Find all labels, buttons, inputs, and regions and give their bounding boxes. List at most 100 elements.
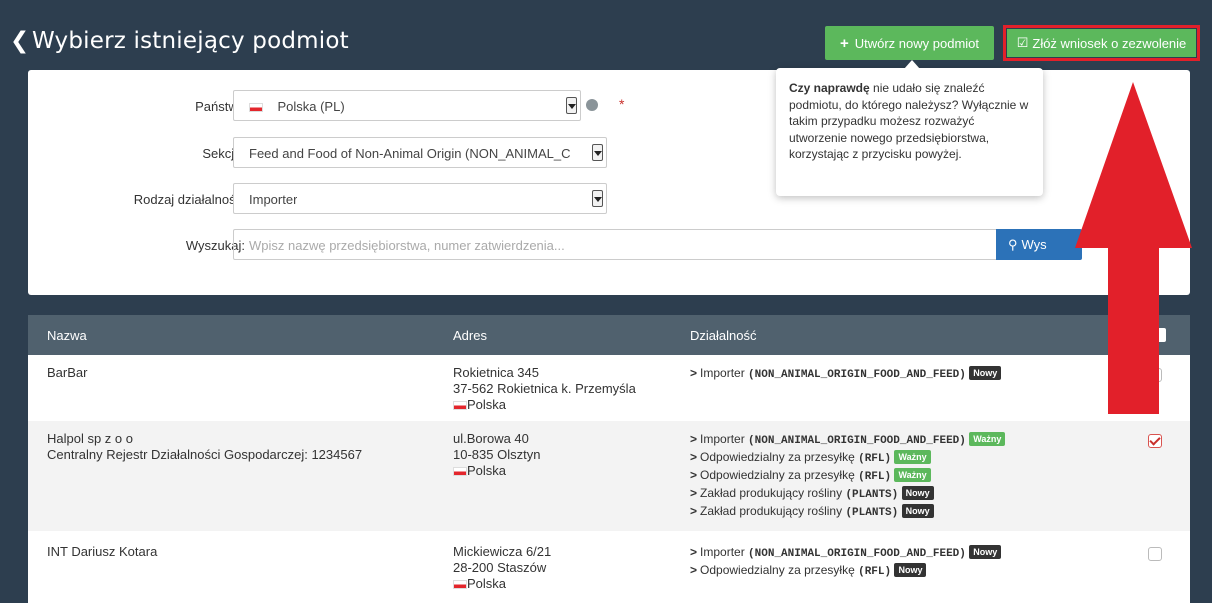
status-badge: Nowy [894,563,927,577]
table-row[interactable]: INT Dariusz Kotara Mickiewicza 6/21 28-2… [28,531,1190,603]
activity-item[interactable]: > Odpowiedzialny za przesyłkę (RFL) Nowy [690,562,1001,580]
chevron-right-icon: > [690,504,698,518]
section-value: Feed and Food of Non-Animal Origin (NON_… [249,146,571,161]
search-button-label: Wys [1021,237,1047,252]
search-button[interactable]: ⚲ Wys [996,229,1082,260]
country-name: Polska [467,397,507,412]
activity-type-label: Rodzaj działalności [133,192,245,207]
activity-list: > Importer (NON_ANIMAL_ORIGIN_FOOD_AND_FE… [690,431,1006,521]
activity-code: (PLANTS) [845,489,899,501]
activity-label: Importer [700,545,745,559]
activity-item[interactable]: > Odpowiedzialny za przesyłkę (RFL) Ważny [690,449,1005,467]
address-country: Polska [453,397,636,413]
status-badge: Ważny [969,432,1006,446]
activity-label: Importer [700,366,745,380]
entity-name-text: Halpol sp z o o [47,431,133,446]
poland-flag-icon [453,467,467,477]
country-name: Polska [467,576,507,591]
entity-name: INT Dariusz Kotara [47,544,158,559]
results-table: Nazwa Adres Działalność BarBar Rokietnic… [28,315,1190,603]
address-line: 10-835 Olsztyn [453,447,541,462]
chevron-down-icon[interactable] [592,190,603,207]
activity-label: Zakład produkujący rośliny [700,504,843,518]
poland-flag-icon [453,401,467,411]
chevron-left-icon[interactable]: ❮ [10,28,29,54]
hint-tooltip: Czy naprawdę nie udało się znaleźć podmi… [776,68,1043,196]
activity-item[interactable]: > Zakład produkujący rośliny (PLANTS) Now… [690,485,1005,503]
chevron-right-icon: > [690,545,698,559]
status-badge: Nowy [969,545,1002,559]
create-entity-label: Utwórz nowy podmiot [854,35,980,51]
page-title-text: Wybierz istniejący podmiot [32,28,349,54]
activity-code: (NON_ANIMAL_ORIGIN_FOOD_AND_FEED) [748,435,966,447]
activity-type-value: Importer [249,192,298,207]
activity-item[interactable]: > Importer (NON_ANIMAL_ORIGIN_FOOD_AND_FE… [690,544,1002,562]
table-row[interactable]: Halpol sp z o o Centralny Rejestr Działa… [28,421,1190,531]
table-row[interactable]: BarBar Rokietnica 345 37-562 Rokietnica … [28,355,1190,421]
column-address: Adres [453,328,487,343]
tooltip-bold: Czy naprawdę [789,81,870,95]
entity-address: Rokietnica 345 37-562 Rokietnica k. Prze… [453,365,636,413]
activity-label: Zakład produkujący rośliny [700,486,843,500]
chevron-right-icon: > [690,468,698,482]
check-square-icon: ☑ [1016,35,1029,50]
activity-label: Odpowiedzialny za przesyłkę [700,450,855,464]
search-icon: ⚲ [1008,236,1018,252]
activity-label: Odpowiedzialny za przesyłkę [700,468,855,482]
entity-registry: Centralny Rejestr Działalności Gospodarc… [47,447,363,462]
address-line: Rokietnica 345 [453,365,539,380]
page-title: ❮ Wybierz istniejący podmiot [10,28,349,54]
chevron-right-icon: > [690,366,698,380]
annotation-arrow-icon [1075,82,1192,414]
chevron-down-icon[interactable] [592,144,603,161]
activity-item[interactable]: > Importer (NON_ANIMAL_ORIGIN_FOOD_AND_FE… [690,365,1002,383]
table-header: Nazwa Adres Działalność [28,315,1190,355]
chevron-right-icon: > [690,486,698,500]
activity-code: (NON_ANIMAL_ORIGIN_FOOD_AND_FEED) [748,369,966,381]
activity-item[interactable]: > Odpowiedzialny za przesyłkę (RFL) Ważny [690,467,1005,485]
activity-code: (RFL) [858,471,892,483]
activity-item[interactable]: > Zakład produkujący rośliny (PLANTS) Now… [690,503,1005,521]
entity-name: BarBar [47,365,88,380]
address-line: 28-200 Staszów [453,560,547,575]
address-country: Polska [453,463,540,479]
address-country: Polska [453,576,551,592]
activity-label: Importer [700,432,745,446]
section-select[interactable]: Feed and Food of Non-Animal Origin (NON_… [233,137,607,168]
chevron-right-icon: > [690,563,698,577]
row-checkbox[interactable] [1148,547,1162,561]
page-header: ❮ Wybierz istniejący podmiot + Utwórz now… [0,0,1212,68]
search-row: Wyszukaj: Wpisz nazwę przedsiębiorstwa, … [28,229,1190,261]
address-line: ul.Borowa 40 [453,431,529,446]
row-checkbox[interactable] [1148,434,1162,448]
create-entity-button[interactable]: + Utwórz nowy podmiot [825,26,994,60]
status-badge: Nowy [901,504,934,518]
country-text: Polska (PL) [277,99,345,114]
country-name: Polska [467,463,507,478]
globe-icon[interactable] [586,99,598,111]
search-placeholder: Wpisz nazwę przedsiębiorstwa, numer zatw… [249,238,565,253]
column-name: Nazwa [47,328,87,343]
activity-code: (RFL) [858,453,892,465]
activity-code: (RFL) [858,566,892,578]
activity-list: > Importer (NON_ANIMAL_ORIGIN_FOOD_AND_FE… [690,544,1002,580]
status-badge: Ważny [894,468,931,482]
activity-item[interactable]: > Importer (NON_ANIMAL_ORIGIN_FOOD_AND_FE… [690,431,1006,449]
address-line: 37-562 Rokietnica k. Przemyśla [453,381,636,396]
country-value: Polska (PL) [249,99,345,114]
column-activity: Działalność [690,328,757,343]
tooltip-caret [904,60,920,69]
apply-permit-button[interactable]: ☑ Złóż wniosek o zezwolenie [1007,29,1196,57]
poland-flag-icon [249,103,263,113]
address-line: Mickiewicza 6/21 [453,544,552,559]
entity-name: Halpol sp z o o Centralny Rejestr Działa… [47,431,362,463]
activity-list: > Importer (NON_ANIMAL_ORIGIN_FOOD_AND_FE… [690,365,1002,383]
status-badge: Nowy [901,486,934,500]
search-input[interactable]: Wpisz nazwę przedsiębiorstwa, numer zatw… [233,229,1003,260]
activity-type-select[interactable]: Importer [233,183,607,214]
country-select[interactable]: Polska (PL) [233,90,581,121]
plus-icon: + [839,34,849,52]
apply-permit-label: Złóż wniosek o zezwolenie [1032,35,1187,51]
status-badge: Nowy [969,366,1002,380]
chevron-down-icon[interactable] [566,97,577,114]
